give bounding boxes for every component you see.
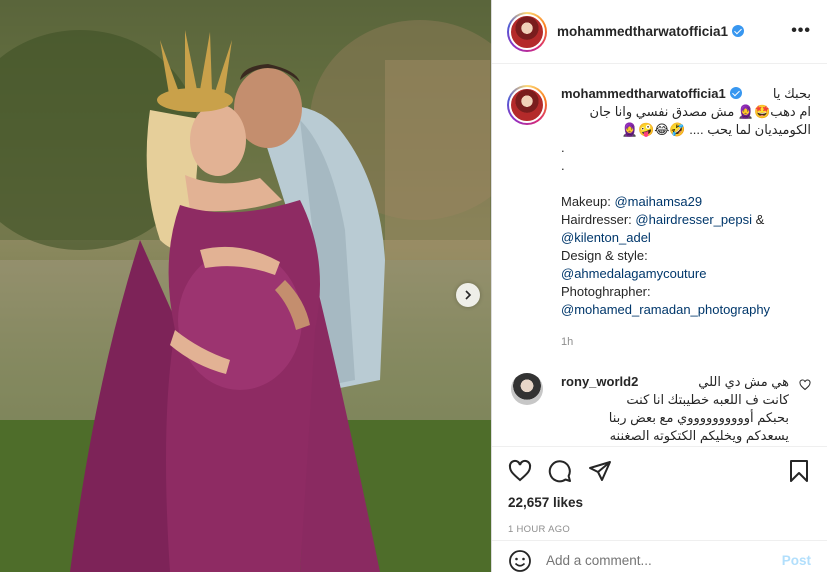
post-comment-button[interactable]: Post	[782, 553, 811, 568]
comment-line-1: هي مش دي اللي	[698, 374, 789, 389]
credit-link-design[interactable]: @ahmedalagamycouture	[561, 266, 706, 281]
caption-text: mohammedtharwatofficia1 بحبك يا ام دهب🤩🧕…	[561, 85, 811, 351]
comment-text: rony_world2 هي مش دي اللي كانت ف اللعبه …	[561, 373, 789, 445]
verified-icon	[729, 87, 742, 99]
post-side-panel: mohammedtharwatofficia1 ••• mohammedthar…	[491, 0, 827, 572]
post-photo	[0, 0, 491, 572]
post-caption: mohammedtharwatofficia1 بحبك يا ام دهب🤩🧕…	[507, 85, 811, 351]
comment-first-line: rony_world2 هي مش دي اللي	[561, 373, 789, 391]
author-username[interactable]: mohammedtharwatofficia1	[557, 24, 745, 39]
next-photo-button[interactable]	[456, 283, 480, 307]
more-options-icon[interactable]: •••	[791, 22, 811, 40]
credit-photographer-label: Photoghrapher:	[561, 284, 651, 299]
credit-hairdresser-2: @kilenton_adel	[561, 229, 811, 247]
credit-design: @ahmedalagamycouture	[561, 265, 811, 283]
post-header: mohammedtharwatofficia1 •••	[492, 0, 827, 64]
credit-hairdresser: Hairdresser: @hairdresser_pepsi &	[561, 212, 765, 227]
credit-makeup: Makeup: @maihamsa29	[561, 194, 703, 209]
post-actions: 22,657 likes 1 HOUR AGO	[492, 446, 827, 535]
credit-photographer: @mohamed_ramadan_photography	[561, 301, 811, 319]
heart-icon[interactable]	[508, 459, 532, 483]
comment-like-heart-icon[interactable]	[799, 379, 811, 391]
bookmark-icon[interactable]	[787, 459, 811, 483]
commenter-username[interactable]: rony_world2	[561, 374, 638, 389]
comments-scroll-area[interactable]: mohammedtharwatofficia1 بحبك يا ام دهب🤩🧕…	[492, 65, 827, 445]
comment-input[interactable]	[546, 553, 766, 568]
comment-line-3: بحبكم أووووووووووي مع بعض ربنا	[608, 410, 789, 425]
couple-photo-illustration	[0, 0, 491, 572]
caption-avatar[interactable]	[507, 85, 547, 125]
caption-arabic-line-1: بحبك يا	[772, 86, 811, 101]
comment-icon[interactable]	[548, 459, 572, 483]
caption-dot: .	[561, 140, 565, 155]
caption-dot: .	[561, 158, 565, 173]
verified-icon	[732, 25, 745, 37]
share-icon[interactable]	[588, 459, 612, 483]
comment-line-2: كانت ف اللعبه خطيبتك انا كنت	[626, 392, 789, 407]
caption-time[interactable]: 1h	[561, 333, 811, 351]
add-comment-bar: Post	[492, 540, 827, 580]
action-icons-row	[508, 447, 811, 495]
author-avatar[interactable]	[507, 11, 547, 52]
credit-link-makeup[interactable]: @maihamsa29	[614, 194, 702, 209]
caption-arabic-line-2: ام دهب🤩🧕 مش مصدق نفسي وانا جان	[589, 104, 811, 119]
caption-arabic-line-3: الكوميديان لما يحب .... 🤣😂🤪🧕	[621, 122, 811, 137]
credit-link-photographer[interactable]: @mohamed_ramadan_photography	[561, 302, 770, 317]
comment-item: rony_world2 هي مش دي اللي كانت ف اللعبه …	[507, 373, 811, 445]
post-timestamp[interactable]: 1 HOUR AGO	[508, 524, 811, 535]
commenter-avatar[interactable]	[511, 373, 543, 405]
credit-link-hairdresser[interactable]: @hairdresser_pepsi	[635, 212, 752, 227]
credit-design-label: Design & style:	[561, 248, 648, 263]
instagram-post-modal: mohammedtharwatofficia1 ••• mohammedthar…	[0, 0, 827, 572]
emoji-icon[interactable]	[508, 549, 532, 573]
credit-link-hairdresser-2[interactable]: @kilenton_adel	[561, 230, 651, 245]
chevron-right-icon	[465, 290, 472, 300]
caption-username[interactable]: mohammedtharwatofficia1	[561, 86, 726, 101]
author-username-text[interactable]: mohammedtharwatofficia1	[557, 24, 728, 39]
like-count[interactable]: 22,657 likes	[508, 495, 811, 510]
comment-line-4: يسعدكم ويخليكم الكتكوته الصغننه	[609, 428, 789, 443]
